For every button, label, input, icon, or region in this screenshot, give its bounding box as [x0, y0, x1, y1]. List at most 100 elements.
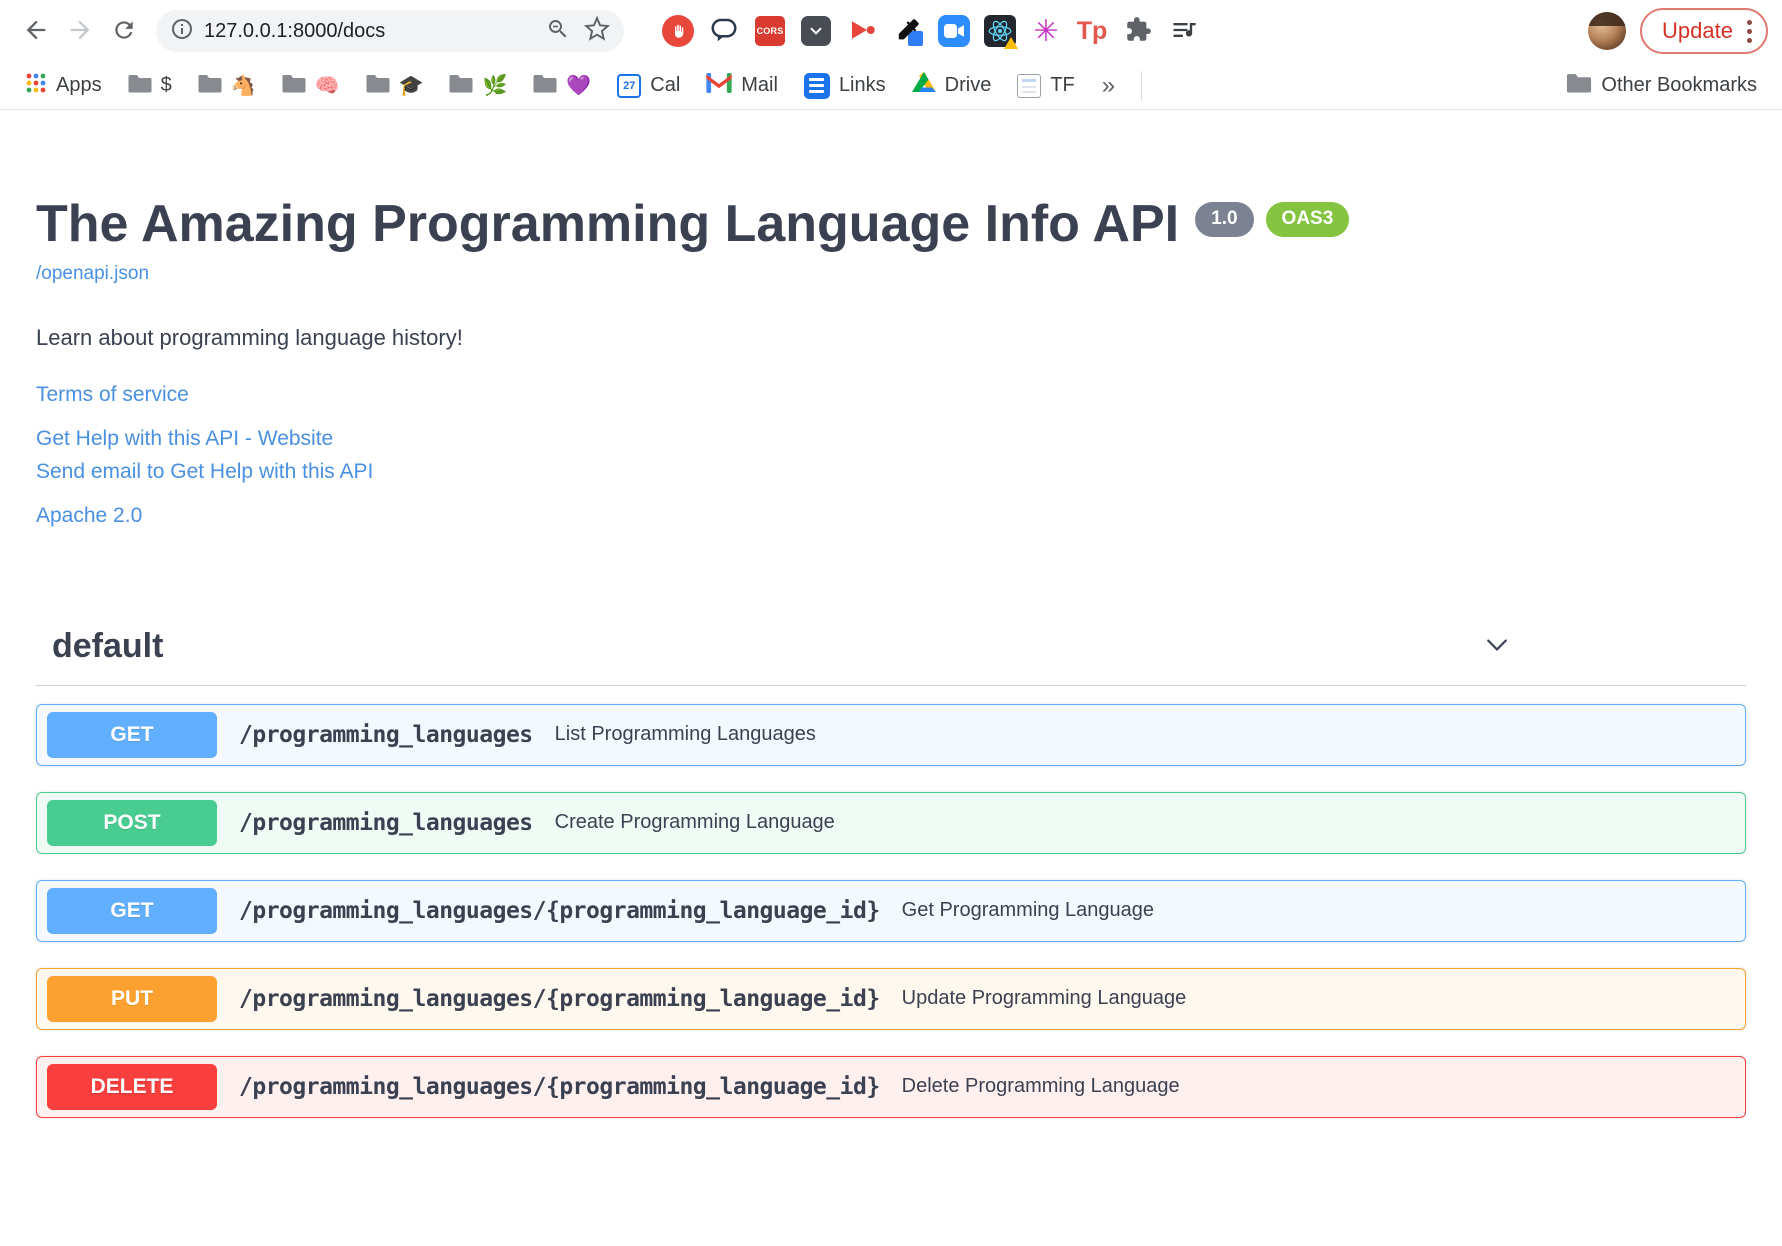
- reload-icon: [111, 17, 137, 46]
- terms-block: Terms of service: [36, 383, 1746, 407]
- gmail-icon: [706, 72, 732, 99]
- bookmarks-divider: [1141, 70, 1143, 101]
- bookmark-label: Cal: [650, 74, 681, 96]
- bookmark-label: Drive: [944, 74, 992, 96]
- endpoint-row-post-create[interactable]: POST /programming_languages Create Progr…: [36, 791, 1746, 854]
- react-devtools-extension-icon[interactable]: [980, 11, 1020, 51]
- folder-icon: [282, 73, 306, 99]
- bookmark-label: Other Bookmarks: [1601, 74, 1757, 96]
- bookmark-folder-herb[interactable]: 🌿: [440, 68, 516, 104]
- cors-extension-icon[interactable]: CORS: [750, 11, 790, 51]
- method-badge: DELETE: [47, 1063, 217, 1110]
- warning-triangle-icon: [1004, 37, 1018, 49]
- folder-icon: [533, 73, 557, 99]
- terms-of-service-link[interactable]: Terms of service: [36, 383, 189, 406]
- endpoint-row-put-update[interactable]: PUT /programming_languages/{programming_…: [36, 967, 1746, 1030]
- license-link[interactable]: Apache 2.0: [36, 504, 142, 528]
- help-website-link[interactable]: Get Help with this API - Website: [36, 425, 1746, 453]
- openapi-json-link[interactable]: /openapi.json: [36, 263, 149, 285]
- bookmark-folder-heart[interactable]: 💜: [524, 68, 600, 104]
- video-camera-icon: [938, 15, 970, 47]
- speech-bubble-icon: [709, 15, 739, 48]
- folder-icon: [449, 73, 473, 99]
- chat-extension-icon[interactable]: [704, 11, 744, 51]
- puzzle-piece-icon: [1125, 16, 1152, 46]
- tp-letters: Tp: [1076, 16, 1108, 45]
- bookmark-mail[interactable]: Mail: [697, 68, 787, 104]
- bookmark-calendar[interactable]: 27 Cal: [608, 69, 689, 103]
- bookmark-folder-brain[interactable]: 🧠: [273, 68, 349, 104]
- page-title: The Amazing Programming Language Info AP…: [36, 195, 1180, 253]
- bookmark-drive[interactable]: Drive: [903, 67, 1001, 104]
- swagger-page: The Amazing Programming Language Info AP…: [0, 110, 1782, 1118]
- forward-button[interactable]: [58, 9, 102, 53]
- media-queue-icon[interactable]: [1164, 11, 1204, 51]
- update-label: Update: [1662, 18, 1733, 43]
- folder-icon: [1566, 72, 1592, 99]
- zoom-icon[interactable]: [546, 17, 570, 46]
- flower-extension-icon[interactable]: ✳: [1026, 11, 1066, 51]
- forward-arrow-icon: [66, 16, 94, 47]
- endpoint-summary: List Programming Languages: [554, 723, 816, 746]
- bookmark-label: 💜: [566, 75, 592, 97]
- bookmarks-overflow-chevron[interactable]: »: [1092, 72, 1125, 100]
- bookmark-label: 🧠: [314, 75, 340, 97]
- bookmark-apps[interactable]: Apps: [16, 67, 111, 105]
- collapse-section-button[interactable]: [1476, 624, 1518, 669]
- pocket-extension-icon[interactable]: [796, 11, 836, 51]
- extensions-row: CORS ✳ Tp: [658, 11, 1580, 51]
- browser-toolbar: 127.0.0.1:8000/docs CORS ✳ Tp Update: [0, 0, 1782, 62]
- eyedropper-icon: [894, 16, 922, 47]
- bookmark-label: 🌿: [482, 75, 508, 97]
- url-text[interactable]: 127.0.0.1:8000/docs: [204, 20, 546, 43]
- apps-grid-icon: [25, 72, 47, 100]
- back-button[interactable]: [14, 9, 58, 53]
- bookmark-folder-grad[interactable]: 🎓: [357, 68, 433, 104]
- endpoint-path: /programming_languages: [239, 809, 533, 836]
- endpoint-row-get-one[interactable]: GET /programming_languages/{programming_…: [36, 879, 1746, 942]
- bookmark-tf[interactable]: TF: [1008, 69, 1083, 103]
- adblock-extension-icon[interactable]: [658, 11, 698, 51]
- help-links: Get Help with this API - Website Send em…: [36, 425, 1746, 486]
- endpoint-path: /programming_languages/{programming_lang…: [239, 1073, 880, 1100]
- help-email-link[interactable]: Send email to Get Help with this API: [36, 458, 1746, 486]
- oas3-badge: OAS3: [1265, 202, 1350, 237]
- eyedropper-extension-icon[interactable]: [888, 11, 928, 51]
- site-info-icon[interactable]: [170, 17, 194, 46]
- endpoint-row-get-list[interactable]: GET /programming_languages List Programm…: [36, 703, 1746, 766]
- endpoint-summary: Get Programming Language: [901, 899, 1155, 922]
- bookmark-folder-dollar[interactable]: $: [119, 68, 181, 104]
- bookmark-folder-horse[interactable]: 🐴: [189, 68, 265, 104]
- bookmark-links[interactable]: Links: [795, 68, 895, 104]
- bookmark-label: TF: [1050, 74, 1075, 96]
- method-badge: GET: [47, 711, 217, 758]
- endpoint-path: /programming_languages/{programming_lang…: [239, 985, 880, 1012]
- update-button[interactable]: Update: [1640, 8, 1768, 54]
- extensions-puzzle-icon[interactable]: [1118, 11, 1158, 51]
- chevron-down-icon: [1482, 639, 1512, 663]
- bookmark-label: Mail: [741, 74, 778, 96]
- zoom-meeting-extension-icon[interactable]: [934, 11, 974, 51]
- version-badge: 1.0: [1195, 202, 1254, 237]
- chevron-down-icon: [801, 16, 831, 46]
- endpoint-summary: Delete Programming Language: [901, 1075, 1180, 1098]
- address-bar[interactable]: 127.0.0.1:8000/docs: [156, 10, 624, 52]
- flower-icon: ✳: [1033, 14, 1059, 48]
- endpoint-row-delete[interactable]: DELETE /programming_languages/{programmi…: [36, 1055, 1746, 1118]
- bookmark-label: Links: [838, 74, 886, 96]
- bookmark-other-bookmarks[interactable]: Other Bookmarks: [1557, 67, 1766, 104]
- api-description: Learn about programming language history…: [36, 325, 463, 351]
- bookmark-star-icon[interactable]: [583, 15, 611, 47]
- spreadsheet-icon: [1017, 73, 1042, 98]
- folder-icon: [198, 73, 222, 99]
- reload-button[interactable]: [102, 9, 146, 53]
- profile-avatar[interactable]: [1588, 12, 1627, 50]
- method-badge: POST: [47, 799, 217, 846]
- redirect-extension-icon[interactable]: [842, 11, 882, 51]
- tag-section-header[interactable]: default: [36, 624, 1746, 686]
- tp-extension-icon[interactable]: Tp: [1072, 11, 1112, 51]
- bookmark-label: $: [160, 74, 172, 96]
- endpoint-summary: Update Programming Language: [901, 987, 1187, 1010]
- menu-kebab-icon[interactable]: [1743, 16, 1756, 47]
- red-arrow-icon: [847, 15, 877, 48]
